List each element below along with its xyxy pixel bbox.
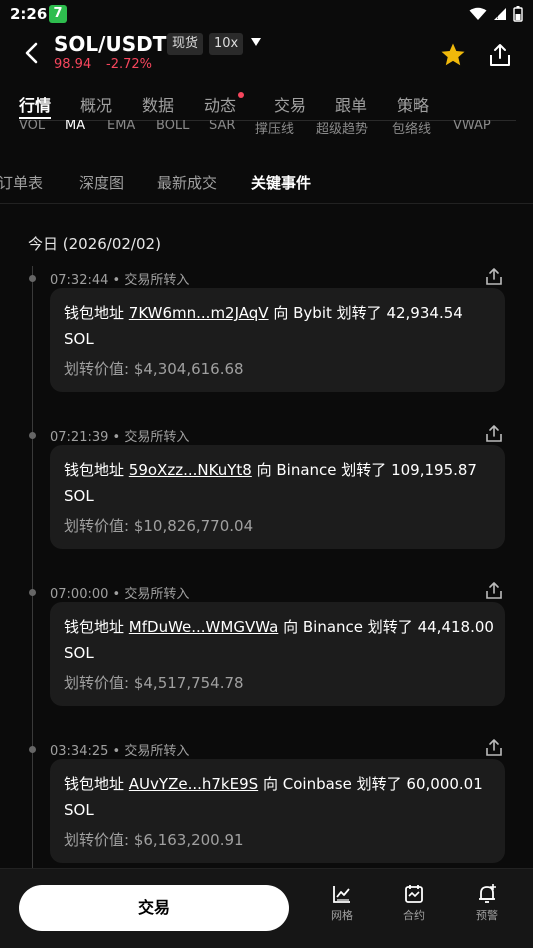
share-icon[interactable] <box>487 42 513 68</box>
timeline-line <box>32 266 33 870</box>
header: SOL/USDT 现货 10x 98.94 -2.72% <box>0 30 533 78</box>
futures-icon <box>405 885 423 903</box>
tab-strategy[interactable]: 策略 <box>397 92 429 116</box>
event-meta: 07:21:39 • 交易所转入 <box>50 430 190 445</box>
indicator-vol[interactable]: VOL <box>19 120 45 133</box>
nav-futures[interactable]: 合约 <box>389 883 439 923</box>
tab-news[interactable]: 动态 <box>204 92 236 116</box>
wallet-address-link[interactable]: 7KW6mn...m2JAqV <box>129 304 269 322</box>
last-price: 98.94 <box>54 57 92 72</box>
status-icons: ! <box>469 6 523 22</box>
trading-pair-title[interactable]: SOL/USDT <box>54 32 166 56</box>
subtab-key-events[interactable]: 关键事件 <box>251 172 311 193</box>
svg-text:!: ! <box>496 13 499 21</box>
timeline-dot <box>29 275 36 282</box>
wallet-address-link[interactable]: AUvYZe...h7kE9S <box>129 775 258 793</box>
tab-trade[interactable]: 交易 <box>274 92 306 116</box>
event-card[interactable]: 钱包地址 7KW6mn...m2JAqV 向 Bybit 划转了 42,934.… <box>50 288 505 392</box>
trade-button[interactable]: 交易 <box>19 885 289 931</box>
timeline-dot <box>29 589 36 596</box>
event-meta: 07:32:44 • 交易所转入 <box>50 273 190 288</box>
app-notification-icon: 7 <box>49 5 67 23</box>
subtab-order-book[interactable]: 订单表 <box>0 172 43 193</box>
day-title: 今日 (2026/02/02) <box>28 235 161 253</box>
nav-grid[interactable]: 网格 <box>317 883 367 923</box>
active-tab-underline <box>19 117 51 119</box>
event-share-icon[interactable] <box>484 424 504 444</box>
indicator-support-resistance[interactable]: 撑压线 <box>255 120 294 136</box>
nav-futures-label: 合约 <box>403 909 425 922</box>
event-share-icon[interactable] <box>484 267 504 287</box>
indicator-sar[interactable]: SAR <box>209 120 235 133</box>
event-description: 钱包地址 59oXzz...NKuYt8 向 Binance 划转了 109,1… <box>64 461 477 505</box>
event-share-icon[interactable] <box>484 581 504 601</box>
event-share-icon[interactable] <box>484 738 504 758</box>
subtab-latest-trades[interactable]: 最新成交 <box>157 172 217 193</box>
event-card[interactable]: 钱包地址 59oXzz...NKuYt8 向 Binance 划转了 109,1… <box>50 445 505 549</box>
event-description: 钱包地址 7KW6mn...m2JAqV 向 Bybit 划转了 42,934.… <box>64 304 463 348</box>
timeline-dot <box>29 432 36 439</box>
nav-alerts-label: 预警 <box>476 909 498 922</box>
battery-icon <box>513 6 523 22</box>
pair-dropdown-icon[interactable] <box>250 37 262 47</box>
spot-tag: 现货 <box>167 33 204 55</box>
wifi-icon <box>469 7 487 20</box>
bottom-bar: 交易 网格 合约 预警 <box>0 868 533 948</box>
transfer-value: 划转价值: $10,826,770.04 <box>64 517 254 535</box>
nav-alerts[interactable]: 预警 <box>462 883 512 923</box>
tab-market[interactable]: 行情 <box>19 92 51 116</box>
alert-bell-icon <box>479 884 496 903</box>
main-tabs: 行情 概况 数据 动态 交易 跟单 策略 <box>0 86 533 120</box>
event-description: 钱包地址 MfDuWe...WMGVWa 向 Binance 划转了 44,41… <box>64 618 494 662</box>
favorite-star-icon[interactable] <box>440 42 466 68</box>
timeline-dot <box>29 746 36 753</box>
event-card[interactable]: 钱包地址 MfDuWe...WMGVWa 向 Binance 划转了 44,41… <box>50 602 505 706</box>
status-bar: 2:26 7 ! <box>0 0 533 30</box>
sub-tabs: 订单表 深度图 最新成交 关键事件 <box>0 160 533 204</box>
leverage-tag: 10x <box>209 33 244 55</box>
indicator-ema[interactable]: EMA <box>107 120 135 133</box>
transfer-value: 划转价值: $6,163,200.91 <box>64 831 244 849</box>
transfer-value: 划转价值: $4,517,754.78 <box>64 674 244 692</box>
tab-data[interactable]: 数据 <box>142 92 174 116</box>
news-notification-dot <box>238 92 244 98</box>
wallet-address-link[interactable]: 59oXzz...NKuYt8 <box>129 461 252 479</box>
indicator-vwap[interactable]: VWAP <box>453 120 491 133</box>
indicator-supertrend[interactable]: 超级趋势 <box>316 120 368 136</box>
event-card[interactable]: 钱包地址 AUvYZe...h7kE9S 向 Coinbase 划转了 60,0… <box>50 759 505 863</box>
wallet-address-link[interactable]: MfDuWe...WMGVWa <box>129 618 279 636</box>
signal-icon: ! <box>494 8 506 21</box>
nav-grid-label: 网格 <box>331 909 353 922</box>
transfer-value: 划转价值: $4,304,616.68 <box>64 360 244 378</box>
price-change: -2.72% <box>106 57 152 72</box>
subtab-divider <box>0 203 533 204</box>
indicator-bar: VOL MA EMA BOLL SAR 撑压线 超级趋势 包络线 VWAP <box>0 120 533 136</box>
indicator-envelope[interactable]: 包络线 <box>392 120 431 136</box>
grid-chart-icon <box>333 886 350 903</box>
event-meta: 07:00:00 • 交易所转入 <box>50 587 190 602</box>
tab-copy-trading[interactable]: 跟单 <box>335 92 367 116</box>
indicator-ma[interactable]: MA <box>65 120 85 133</box>
indicator-boll[interactable]: BOLL <box>156 120 189 133</box>
subtab-depth-chart[interactable]: 深度图 <box>79 172 124 193</box>
status-time: 2:26 <box>10 5 48 23</box>
event-description: 钱包地址 AUvYZe...h7kE9S 向 Coinbase 划转了 60,0… <box>64 775 483 819</box>
event-meta: 03:34:25 • 交易所转入 <box>50 744 190 759</box>
back-arrow-icon[interactable] <box>22 40 44 66</box>
tab-overview[interactable]: 概况 <box>80 92 112 116</box>
